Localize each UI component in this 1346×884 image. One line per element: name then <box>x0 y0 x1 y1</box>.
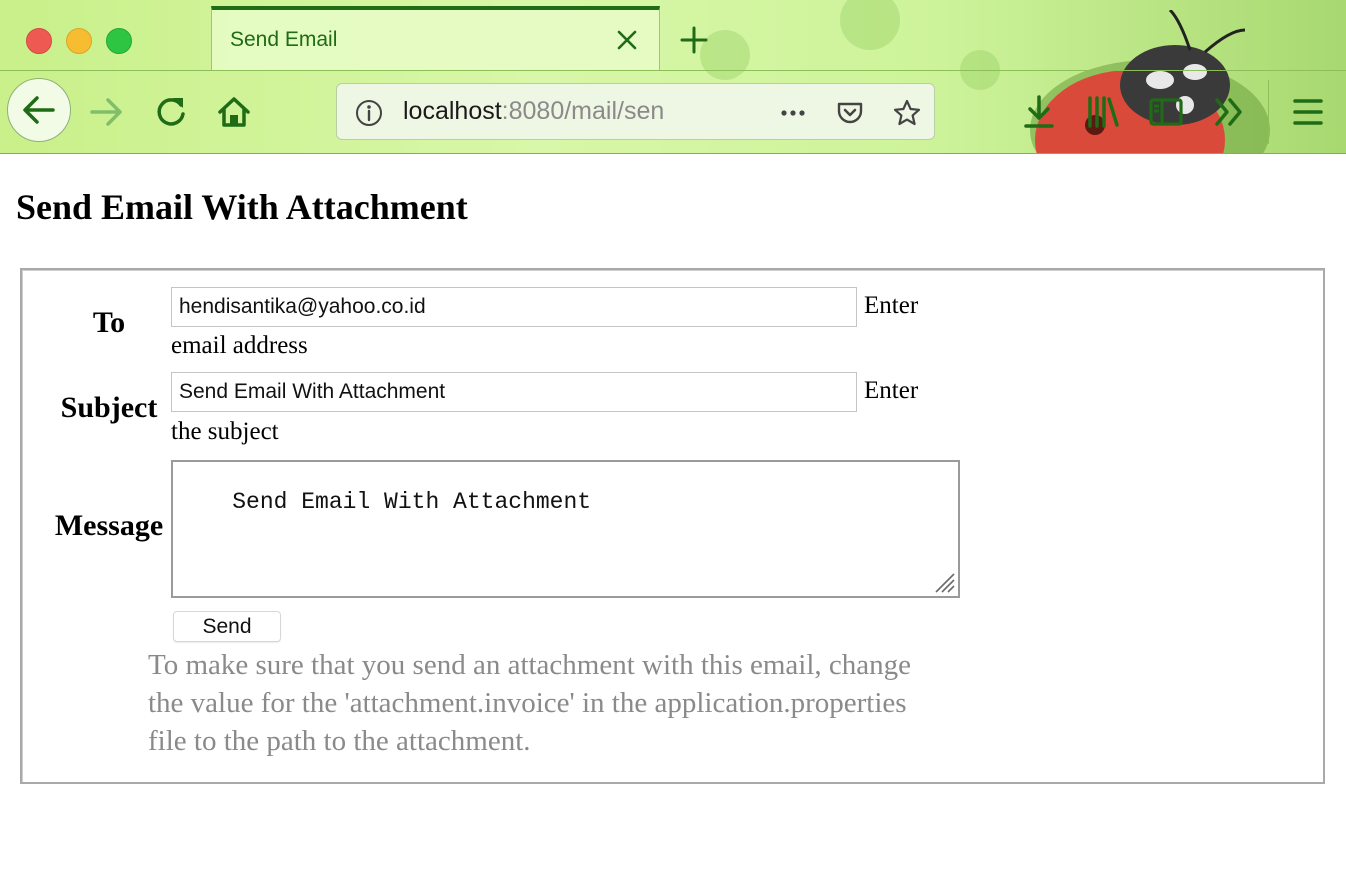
close-window-button[interactable] <box>26 28 52 54</box>
resize-handle-icon[interactable] <box>930 568 956 594</box>
message-text: Send Email With Attachment <box>232 489 592 515</box>
close-icon[interactable] <box>615 28 639 52</box>
url-text[interactable]: localhost:8080/mail/sen <box>403 97 713 126</box>
more-dots-icon[interactable] <box>778 98 808 128</box>
message-label: Message <box>54 509 164 542</box>
toolbar-divider <box>1268 80 1269 144</box>
to-hint-part2: email address <box>171 332 308 359</box>
email-form: To hendisantika@yahoo.co.id Enter email … <box>20 268 1325 784</box>
zoom-window-button[interactable] <box>106 28 132 54</box>
star-icon[interactable] <box>892 98 922 128</box>
sidebar-icon[interactable] <box>1146 92 1186 132</box>
back-arrow-icon <box>23 96 55 124</box>
reload-icon[interactable] <box>151 92 191 132</box>
home-icon[interactable] <box>214 92 254 132</box>
subject-label: Subject <box>60 391 158 424</box>
plus-icon[interactable] <box>678 24 710 56</box>
send-button[interactable]: Send <box>173 611 281 642</box>
message-textarea[interactable]: Send Email With Attachment <box>171 460 960 598</box>
info-icon[interactable] <box>354 98 384 128</box>
to-label: To <box>92 306 126 339</box>
theme-decoration <box>840 0 900 50</box>
page-title: Send Email With Attachment <box>16 187 468 227</box>
url-path: :8080/mail/sen <box>501 97 665 125</box>
subject-hint-part1: Enter <box>864 377 919 404</box>
hamburger-menu-icon[interactable] <box>1288 92 1328 132</box>
minimize-window-button[interactable] <box>66 28 92 54</box>
subject-input[interactable]: Send Email With Attachment <box>171 372 857 412</box>
browser-chrome: Send Email localhost:8080/mail/sen <box>0 0 1346 154</box>
url-host: localhost <box>403 97 502 125</box>
library-icon[interactable] <box>1083 92 1123 132</box>
ladybug-theme-art <box>1030 10 1270 153</box>
to-input[interactable]: hendisantika@yahoo.co.id <box>171 287 857 327</box>
back-button[interactable] <box>7 78 71 142</box>
download-icon[interactable] <box>1019 92 1059 132</box>
tabbar-divider <box>0 70 1346 71</box>
attachment-note: To make sure that you send an attachment… <box>148 649 912 757</box>
chevrons-right-icon[interactable] <box>1210 92 1250 132</box>
forward-arrow-icon[interactable] <box>86 92 126 132</box>
url-bar[interactable]: localhost:8080/mail/sen <box>336 83 935 140</box>
subject-hint-part2: the subject <box>171 418 279 445</box>
tab-title: Send Email <box>230 28 338 51</box>
to-hint-part1: Enter <box>864 292 919 319</box>
pocket-icon[interactable] <box>835 98 865 128</box>
tab-send-email[interactable]: Send Email <box>211 6 660 70</box>
